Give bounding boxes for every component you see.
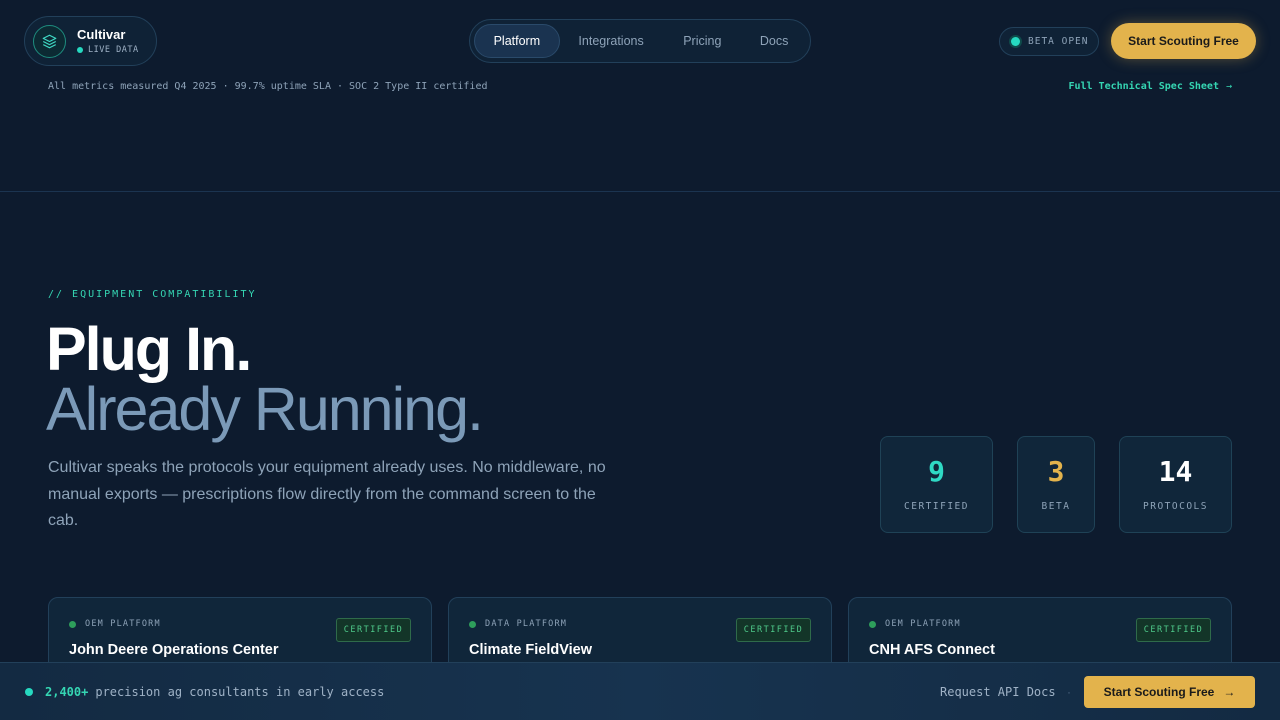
stat-value: 9	[928, 455, 945, 488]
certified-badge: CERTIFIED	[736, 618, 811, 642]
nav-item-platform[interactable]: Platform	[474, 24, 560, 58]
cta-label: Start Scouting Free	[1103, 685, 1215, 699]
stat-value: 14	[1158, 455, 1193, 488]
nav-item-pricing[interactable]: Pricing	[662, 24, 742, 58]
stat-protocols: 14 PROTOCOLS	[1119, 436, 1232, 533]
status-dot-icon	[469, 620, 476, 628]
section-divider	[0, 191, 1280, 192]
hero-title-line1: Plug In.	[46, 315, 252, 383]
brand-name: Cultivar	[77, 26, 126, 42]
early-access-text: precision ag consultants in early access	[95, 685, 385, 699]
hero-description: Cultivar speaks the protocols your equip…	[48, 459, 606, 529]
stat-certified: 9 CERTIFIED	[880, 436, 993, 533]
card-type: OEM PLATFORM	[85, 619, 161, 629]
stat-label: BETA	[1041, 501, 1071, 512]
status-dot-icon	[1011, 37, 1020, 46]
stat-beta: 3 BETA	[1017, 436, 1095, 533]
live-dot-icon	[25, 688, 33, 696]
live-status: LIVE DATA	[88, 44, 139, 55]
status-dot-icon	[869, 620, 876, 628]
card-title: CNH AFS Connect	[869, 642, 995, 658]
main-nav: Platform Integrations Pricing Docs	[469, 19, 811, 63]
certified-badge: CERTIFIED	[1136, 618, 1211, 642]
status-dot-icon	[69, 620, 76, 628]
certified-badge: CERTIFIED	[336, 618, 411, 642]
beta-status-pill: BETA OPEN	[999, 27, 1099, 56]
live-dot-icon	[77, 46, 83, 53]
card-title: Climate FieldView	[469, 642, 593, 658]
stat-label: CERTIFIED	[904, 501, 969, 512]
card-type: DATA PLATFORM	[485, 619, 568, 629]
layers-icon	[33, 24, 66, 58]
start-scouting-bottom-button[interactable]: Start Scouting Free →	[1084, 676, 1255, 708]
spec-sheet-label: Full Technical Spec Sheet	[1068, 81, 1219, 92]
stat-label: PROTOCOLS	[1143, 501, 1208, 512]
beta-label: BETA OPEN	[1028, 36, 1089, 47]
card-title: John Deere Operations Center	[69, 642, 279, 658]
spec-sheet-link[interactable]: Full Technical Spec Sheet →	[1068, 81, 1232, 92]
nav-item-docs[interactable]: Docs	[742, 24, 806, 58]
arrow-right-icon: →	[1223, 685, 1236, 699]
consultant-count: 2,400+	[45, 685, 89, 699]
hero-title-line2: Already Running.	[46, 375, 484, 443]
section-eyebrow: // EQUIPMENT COMPATIBILITY	[48, 289, 257, 300]
card-type: OEM PLATFORM	[885, 619, 961, 629]
start-scouting-button[interactable]: Start Scouting Free	[1111, 23, 1256, 59]
separator: ·	[1067, 685, 1071, 699]
arrow-right-icon: →	[1225, 81, 1232, 92]
stat-value: 3	[1047, 455, 1065, 488]
sticky-cta-bar: 2,400+ precision ag consultants in early…	[0, 662, 1280, 720]
metrics-line: All metrics measured Q4 2025 · 99.7% upt…	[48, 81, 488, 92]
nav-item-integrations[interactable]: Integrations	[560, 24, 663, 58]
brand-pill[interactable]: Cultivar LIVE DATA	[24, 16, 157, 66]
request-api-docs-link[interactable]: Request API Docs	[940, 685, 1056, 699]
